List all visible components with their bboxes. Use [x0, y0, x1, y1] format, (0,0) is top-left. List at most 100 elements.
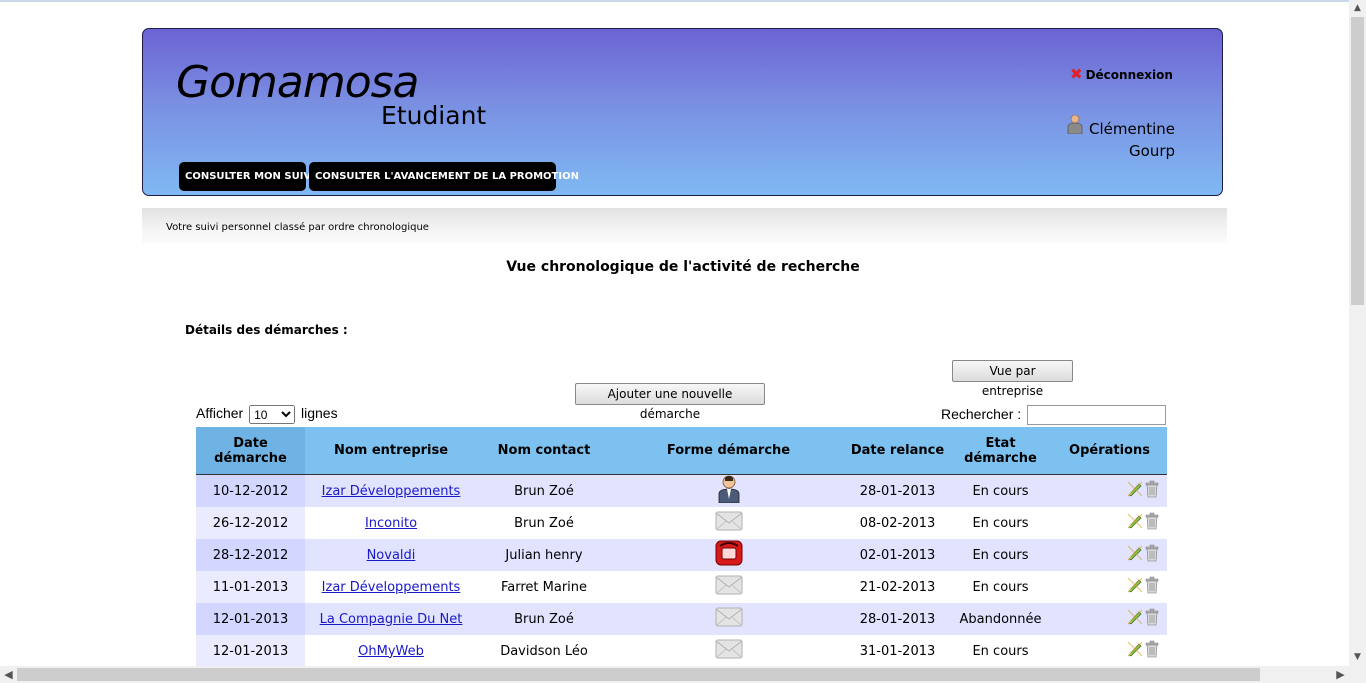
cell-state: En cours: [949, 474, 1052, 507]
cell-relance: 21-02-2013: [846, 571, 949, 603]
user-name: Clémentine Gourp: [1089, 118, 1175, 162]
table-row: 10-12-2012 Izar Développements Brun Zoé 28-…: [196, 474, 1167, 507]
cell-company: Izar Développements: [305, 474, 477, 507]
cell-date: 12-01-2013: [196, 635, 305, 667]
cell-contact: Farret Marine: [477, 571, 611, 603]
edit-icon[interactable]: [1127, 545, 1143, 565]
cell-form: [611, 539, 846, 571]
cell-form: [611, 571, 846, 603]
page-title: Vue chronologique de l'activité de reche…: [506, 259, 860, 275]
col-date[interactable]: Date démarche: [196, 427, 305, 475]
user-last-name: Gourp: [1129, 142, 1176, 160]
trash-icon[interactable]: [1145, 480, 1159, 502]
cell-operations: [1052, 507, 1167, 539]
trash-icon[interactable]: [1145, 576, 1159, 598]
cell-operations: [1052, 603, 1167, 635]
cell-contact: Julian henry: [477, 539, 611, 571]
logout-label: Déconnexion: [1085, 68, 1173, 82]
cell-relance: 28-01-2013: [846, 474, 949, 507]
view-by-company-button[interactable]: Vue par entreprise: [952, 360, 1073, 398]
cell-contact: Brun Zoé: [477, 474, 611, 507]
cell-operations: [1052, 539, 1167, 571]
cell-company: Izar Développements: [305, 571, 477, 603]
cell-operations: [1052, 635, 1167, 667]
cell-date: 11-01-2013: [196, 571, 305, 603]
col-operations[interactable]: Opérations: [1052, 427, 1167, 475]
cell-relance: 28-01-2013: [846, 603, 949, 635]
steps-table: Date démarche Nom entreprise Nom contact…: [196, 427, 1167, 667]
table-row: 12-01-2013 La Compagnie Du Net Brun Zoé 28-…: [196, 603, 1167, 635]
trash-icon[interactable]: [1145, 608, 1159, 630]
cell-date: 26-12-2012: [196, 507, 305, 539]
cell-relance: 08-02-2013: [846, 507, 949, 539]
window-top-border: [0, 0, 1366, 2]
close-icon: ✖: [1070, 65, 1083, 83]
person-icon: [717, 475, 741, 507]
search-input[interactable]: [1027, 405, 1166, 425]
scroll-up-arrow[interactable]: ▲: [1349, 0, 1366, 17]
trash-icon[interactable]: [1145, 640, 1159, 662]
cell-state: Abandonnée: [949, 603, 1052, 635]
cell-relance: 02-01-2013: [846, 539, 949, 571]
add-step-button[interactable]: Ajouter une nouvelle démarche: [575, 383, 765, 421]
envelope-icon: [715, 511, 743, 535]
scroll-right-arrow[interactable]: ▶: [1332, 666, 1349, 683]
trash-icon[interactable]: [1145, 512, 1159, 534]
cell-state: En cours: [949, 507, 1052, 539]
company-link[interactable]: Izar Développements: [322, 484, 461, 499]
cell-form: [611, 635, 846, 667]
cell-company: Novaldi: [305, 539, 477, 571]
user-first-name: Clémentine: [1089, 120, 1176, 138]
scroll-left-arrow[interactable]: ◀: [0, 666, 17, 683]
scrollbar-corner: [1349, 666, 1366, 683]
col-form[interactable]: Forme démarche: [611, 427, 846, 475]
breadcrumb: Votre suivi personnel classé par ordre c…: [166, 222, 429, 233]
nav-my-followup[interactable]: CONSULTER MON SUIVI: [179, 162, 315, 191]
edit-icon[interactable]: [1127, 609, 1143, 629]
cell-contact: Brun Zoé: [477, 507, 611, 539]
cell-state: En cours: [949, 635, 1052, 667]
company-link[interactable]: Inconito: [365, 516, 417, 531]
col-state[interactable]: Etat démarche: [949, 427, 1052, 475]
table-row: 12-01-2013 OhMyWeb Davidson Léo 31-01-2013 E…: [196, 635, 1167, 667]
cell-company: La Compagnie Du Net: [305, 603, 477, 635]
edit-icon[interactable]: [1127, 577, 1143, 597]
table-row: 26-12-2012 Inconito Brun Zoé 08-02-2013 En c…: [196, 507, 1167, 539]
edit-icon[interactable]: [1127, 641, 1143, 661]
company-link[interactable]: OhMyWeb: [358, 644, 424, 659]
rows-per-page: Afficher 10 lignes: [196, 405, 338, 424]
col-relance[interactable]: Date relance: [846, 427, 949, 475]
cell-state: En cours: [949, 539, 1052, 571]
cell-form: [611, 474, 846, 507]
scroll-down-arrow[interactable]: ▼: [1349, 649, 1366, 666]
cell-relance: 31-01-2013: [846, 635, 949, 667]
horizontal-scrollbar[interactable]: ◀ ▶: [0, 666, 1349, 683]
vertical-scroll-thumb[interactable]: [1351, 17, 1364, 305]
nav-promotion-progress[interactable]: CONSULTER L'AVANCEMENT DE LA PROMOTION: [309, 162, 579, 191]
table-row: 28-12-2012 Novaldi Julian henry 02-01-2013 E…: [196, 539, 1167, 571]
cell-date: 12-01-2013: [196, 603, 305, 635]
phone-icon: [715, 540, 743, 570]
company-link[interactable]: La Compagnie Du Net: [320, 612, 463, 627]
cell-form: [611, 603, 846, 635]
envelope-icon: [715, 607, 743, 631]
table-row: 11-01-2013 Izar Développements Farret Mari…: [196, 571, 1167, 603]
user-icon: [1067, 114, 1083, 134]
company-link[interactable]: Izar Développements: [322, 580, 461, 595]
trash-icon[interactable]: [1145, 544, 1159, 566]
edit-icon[interactable]: [1127, 513, 1143, 533]
col-company[interactable]: Nom entreprise: [305, 427, 477, 475]
cell-form: [611, 507, 846, 539]
rows-per-page-select[interactable]: 10: [249, 405, 296, 424]
col-contact[interactable]: Nom contact: [477, 427, 611, 475]
logout-link[interactable]: ✖ Déconnexion: [1070, 65, 1173, 83]
cell-date: 28-12-2012: [196, 539, 305, 571]
table-header-row: Date démarche Nom entreprise Nom contact…: [196, 427, 1167, 475]
rows-per-page-suffix: lignes: [301, 405, 338, 422]
cell-company: Inconito: [305, 507, 477, 539]
company-link[interactable]: Novaldi: [367, 548, 416, 563]
vertical-scrollbar[interactable]: ▲ ▼: [1349, 0, 1366, 666]
horizontal-scroll-thumb[interactable]: [17, 668, 1260, 681]
cell-contact: Brun Zoé: [477, 603, 611, 635]
edit-icon[interactable]: [1127, 481, 1143, 501]
